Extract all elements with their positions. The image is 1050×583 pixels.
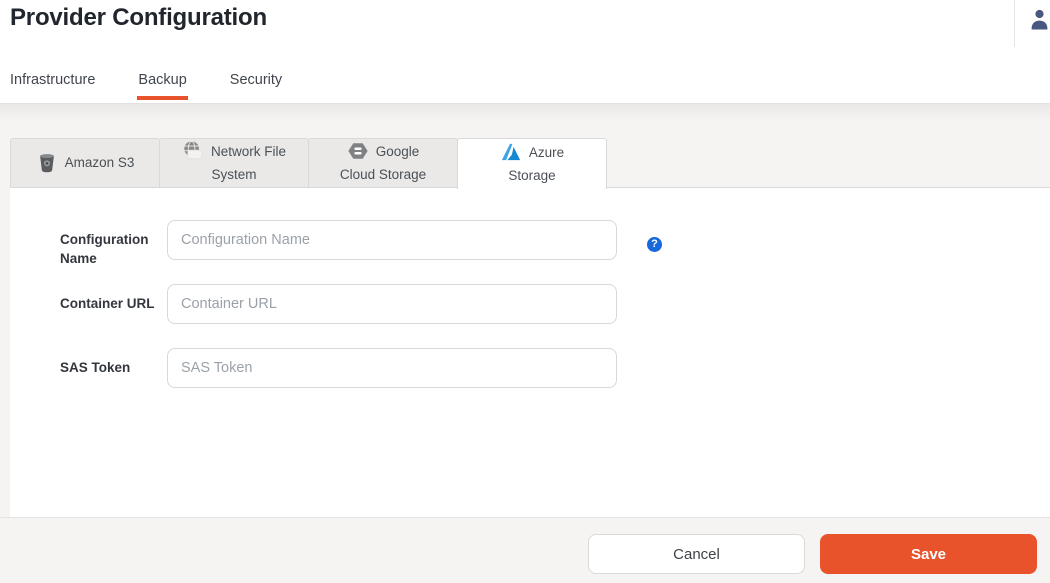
azure-storage-icon (500, 141, 522, 163)
nav-tab-security[interactable]: Security (230, 70, 282, 103)
cancel-button[interactable]: Cancel (588, 534, 805, 574)
provider-tab-label: Network File System (211, 144, 286, 182)
provider-tab-amazon-s3[interactable]: Amazon S3 (10, 138, 160, 187)
provider-config-panel: Configuration Name ? Container URL SAS T… (10, 187, 1050, 517)
configuration-name-label: Configuration Name (60, 220, 160, 268)
provider-tab-google-cloud-storage[interactable]: Google Cloud Storage (308, 138, 458, 187)
page-header: Provider Configuration Infrastructure Ba… (0, 0, 1050, 104)
container-url-label: Container URL (60, 284, 160, 324)
content-area: Amazon S3 Network File System (0, 104, 1050, 583)
configuration-name-input[interactable] (167, 220, 617, 260)
page-title: Provider Configuration (10, 4, 267, 32)
network-file-system-icon (182, 140, 204, 162)
nav-tab-backup[interactable]: Backup (138, 70, 186, 103)
amazon-s3-icon (36, 152, 58, 174)
footer-bar: Cancel Save (0, 517, 1050, 583)
provider-tabs: Amazon S3 Network File System (10, 138, 607, 189)
header-divider (1014, 0, 1015, 47)
main-nav: Infrastructure Backup Security (10, 70, 282, 103)
field-row-container-url: Container URL (10, 284, 617, 324)
google-cloud-storage-icon (347, 140, 369, 162)
container-url-input[interactable] (167, 284, 617, 324)
field-row-configuration-name: Configuration Name ? (10, 220, 662, 268)
sas-token-label: SAS Token (60, 348, 160, 388)
field-row-sas-token: SAS Token (10, 348, 617, 388)
nav-tab-infrastructure[interactable]: Infrastructure (10, 70, 95, 103)
sas-token-input[interactable] (167, 348, 617, 388)
provider-tab-network-file-system[interactable]: Network File System (159, 138, 309, 187)
help-icon[interactable]: ? (647, 237, 662, 252)
app-root: Provider Configuration Infrastructure Ba… (0, 0, 1050, 583)
user-icon[interactable] (1029, 8, 1050, 31)
save-button[interactable]: Save (820, 534, 1037, 574)
provider-tab-label: Amazon S3 (65, 155, 135, 170)
provider-tab-azure-storage[interactable]: Azure Storage (457, 138, 607, 189)
